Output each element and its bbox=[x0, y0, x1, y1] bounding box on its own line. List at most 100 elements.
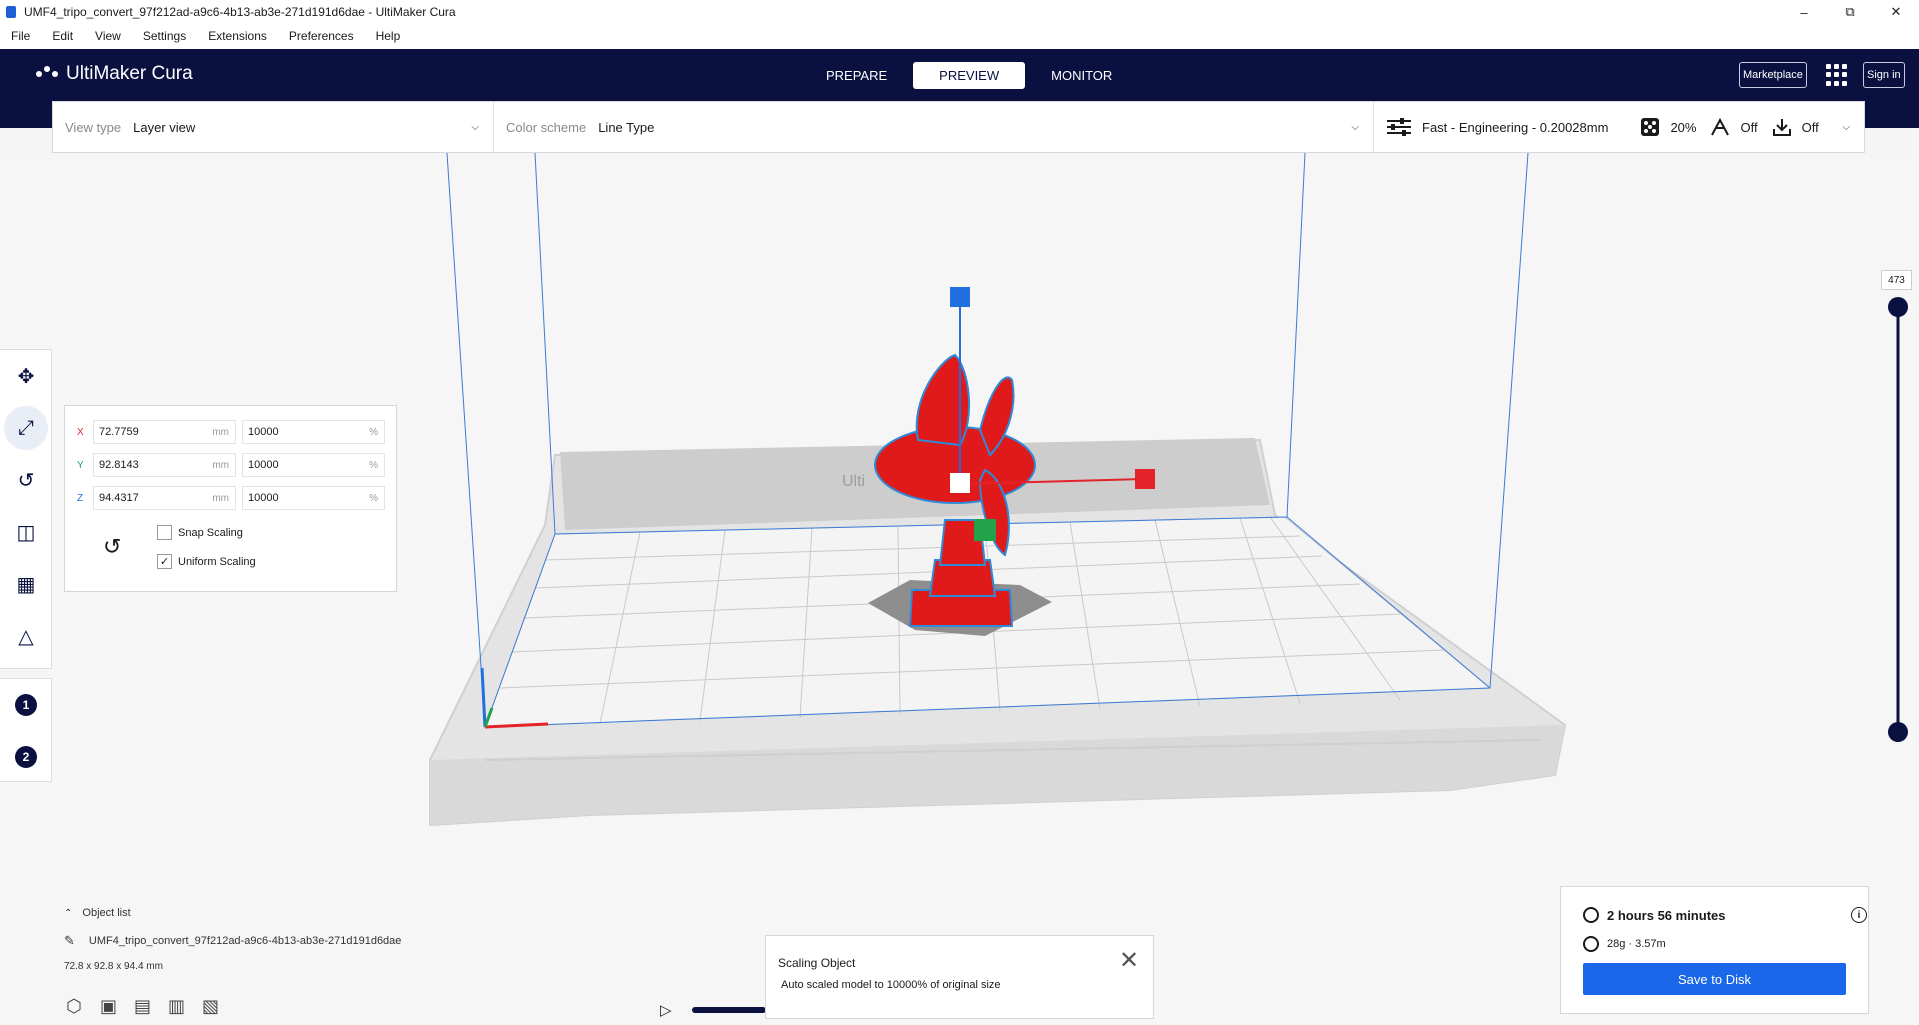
tab-preview[interactable]: PREVIEW bbox=[913, 62, 1026, 89]
menu-edit[interactable]: Edit bbox=[41, 24, 84, 49]
mirror-icon: ◫ bbox=[16, 521, 36, 544]
title-bar: UMF4_tripo_convert_97f212ad-a9c6-4b13-ab… bbox=[0, 0, 1919, 24]
y-mm-value: 92.8143 bbox=[99, 459, 139, 471]
rotate-icon: ↺ bbox=[17, 469, 35, 492]
close-window-button[interactable]: ✕ bbox=[1873, 0, 1919, 24]
percent-unit: % bbox=[369, 426, 378, 438]
uniform-scaling-checkbox[interactable]: ✓ bbox=[157, 554, 172, 569]
play-icon: ▷ bbox=[660, 1002, 672, 1019]
layer-number-badge[interactable]: 473 bbox=[1881, 270, 1912, 290]
view-type-label: View type bbox=[65, 119, 122, 135]
x-mm-input[interactable]: 72.7759 mm bbox=[93, 420, 236, 444]
extruder-2-button[interactable]: 2 bbox=[0, 731, 52, 783]
y-mm-input[interactable]: 92.8143 mm bbox=[93, 453, 236, 477]
print-settings-selector[interactable]: Fast - Engineering - 0.20028mm 20% Off O… bbox=[1374, 102, 1864, 152]
stage-tabs: PREPARE PREVIEW MONITOR bbox=[800, 62, 1138, 89]
spool-icon bbox=[1583, 936, 1599, 952]
y-axis-label: Y bbox=[77, 459, 84, 471]
scale-icon: ⤢ bbox=[18, 416, 34, 439]
maximize-button[interactable]: ⧉ bbox=[1827, 0, 1873, 24]
layer-slider-bottom-handle bbox=[1888, 722, 1908, 742]
center-handle bbox=[950, 473, 970, 493]
object-list-toggle[interactable]: ⌃ Object list bbox=[64, 907, 401, 919]
play-simulation-button[interactable]: ▷ bbox=[660, 1001, 672, 1019]
uniform-scaling-label: Uniform Scaling bbox=[178, 555, 256, 568]
chevron-down-icon: ⌵ bbox=[471, 122, 479, 133]
sliders-icon bbox=[1386, 117, 1411, 137]
menu-settings[interactable]: Settings bbox=[132, 24, 197, 49]
z-mm-value: 94.4317 bbox=[99, 492, 139, 504]
view-right-icon[interactable]: ▧ bbox=[202, 995, 224, 1017]
x-percent-input[interactable]: 10000 % bbox=[242, 420, 385, 444]
y-percent-input[interactable]: 10000 % bbox=[242, 453, 385, 477]
marketplace-button[interactable]: Marketplace bbox=[1739, 62, 1807, 88]
scale-tool[interactable]: ⤢ bbox=[4, 406, 48, 450]
profile-label: Fast - Engineering - 0.20028mm bbox=[1422, 119, 1609, 135]
adhesion-icon bbox=[1772, 117, 1794, 137]
menu-extensions[interactable]: Extensions bbox=[197, 24, 278, 49]
notification-title: Scaling Object bbox=[778, 956, 856, 970]
view-type-dropdown[interactable]: View type Layer view ⌵ bbox=[53, 102, 494, 152]
uniform-scaling-option[interactable]: ✓ Uniform Scaling bbox=[157, 554, 256, 569]
z-mm-input[interactable]: 94.4317 mm bbox=[93, 486, 236, 510]
menu-view[interactable]: View bbox=[84, 24, 132, 49]
tab-prepare[interactable]: PREPARE bbox=[800, 62, 913, 89]
object-list-item[interactable]: ✎ UMF4_tripo_convert_97f212ad-a9c6-4b13-… bbox=[64, 933, 401, 949]
menu-help[interactable]: Help bbox=[365, 24, 412, 49]
menu-bar: File Edit View Settings Extensions Prefe… bbox=[0, 24, 1919, 49]
mm-unit: mm bbox=[212, 426, 229, 438]
adhesion-value: Off bbox=[1801, 119, 1819, 135]
object-name: UMF4_tripo_convert_97f212ad-a9c6-4b13-ab… bbox=[88, 935, 402, 947]
y-axis-handle bbox=[974, 519, 996, 541]
ultimaker-logo-icon bbox=[36, 66, 60, 82]
view-front-icon[interactable]: ▣ bbox=[100, 995, 122, 1017]
snap-scaling-checkbox[interactable] bbox=[157, 525, 172, 540]
view-type-value: Layer view bbox=[133, 119, 196, 135]
chevron-down-icon: ⌵ bbox=[1842, 122, 1850, 133]
sign-in-button[interactable]: Sign in bbox=[1863, 62, 1905, 88]
view-top-icon[interactable]: ▤ bbox=[134, 995, 156, 1017]
extruder-1-icon: 1 bbox=[15, 694, 37, 716]
menu-file[interactable]: File bbox=[0, 24, 41, 49]
color-scheme-dropdown[interactable]: Color scheme Line Type ⌵ bbox=[494, 102, 1374, 152]
support-blocker-tool[interactable]: △ bbox=[0, 610, 52, 662]
simulation-progress-bar[interactable] bbox=[692, 1007, 766, 1013]
tab-monitor[interactable]: MONITOR bbox=[1025, 62, 1138, 89]
x-axis-handle bbox=[1135, 469, 1155, 489]
support-blocker-icon: △ bbox=[18, 625, 34, 648]
view-3d-icon[interactable]: ⬡ bbox=[66, 995, 88, 1017]
per-model-settings-icon: ▦ bbox=[16, 573, 36, 596]
z-axis-handle bbox=[950, 287, 970, 307]
chevron-up-icon: ⌃ bbox=[64, 907, 73, 919]
mirror-tool[interactable]: ◫ bbox=[0, 506, 52, 558]
move-tool[interactable]: ✥ bbox=[0, 350, 52, 402]
build-plate-brand-text: Ulti bbox=[842, 473, 865, 490]
snap-scaling-option[interactable]: Snap Scaling bbox=[157, 525, 243, 540]
x-percent-value: 10000 bbox=[248, 426, 279, 438]
object-list-panel: ⌃ Object list ✎ UMF4_tripo_convert_97f21… bbox=[64, 907, 401, 972]
extruder-1-button[interactable]: 1 bbox=[0, 679, 52, 731]
ultimaker-logo: UltiMaker Cura bbox=[36, 63, 193, 85]
scaling-notification: Scaling Object Auto scaled model to 1000… bbox=[765, 935, 1154, 1019]
support-icon bbox=[1710, 117, 1732, 137]
info-icon[interactable]: i bbox=[1851, 907, 1867, 923]
cura-app-icon bbox=[6, 6, 16, 18]
chevron-down-icon: ⌵ bbox=[1351, 122, 1359, 133]
percent-unit: % bbox=[369, 492, 378, 504]
minimize-button[interactable]: – bbox=[1781, 0, 1827, 24]
z-percent-input[interactable]: 10000 % bbox=[242, 486, 385, 510]
object-dimensions: 72.8 x 92.8 x 94.4 mm bbox=[64, 961, 163, 972]
apps-grid-icon[interactable] bbox=[1826, 64, 1848, 86]
camera-view-buttons: ⬡ ▣ ▤ ▥ ▧ bbox=[66, 995, 224, 1017]
per-model-settings-tool[interactable]: ▦ bbox=[0, 558, 52, 610]
rotate-tool[interactable]: ↺ bbox=[0, 454, 52, 506]
menu-preferences[interactable]: Preferences bbox=[278, 24, 365, 49]
mm-unit: mm bbox=[212, 492, 229, 504]
reset-scale-icon[interactable]: ↺ bbox=[103, 534, 121, 560]
view-left-icon[interactable]: ▥ bbox=[168, 995, 190, 1017]
infill-icon bbox=[1640, 117, 1662, 137]
scale-panel: X 72.7759 mm 10000 % Y 92.8143 mm 10000 … bbox=[64, 405, 397, 592]
save-to-disk-button[interactable]: Save to Disk bbox=[1583, 963, 1846, 995]
close-icon[interactable]: ✕ bbox=[1119, 949, 1139, 973]
clock-icon bbox=[1583, 907, 1599, 923]
